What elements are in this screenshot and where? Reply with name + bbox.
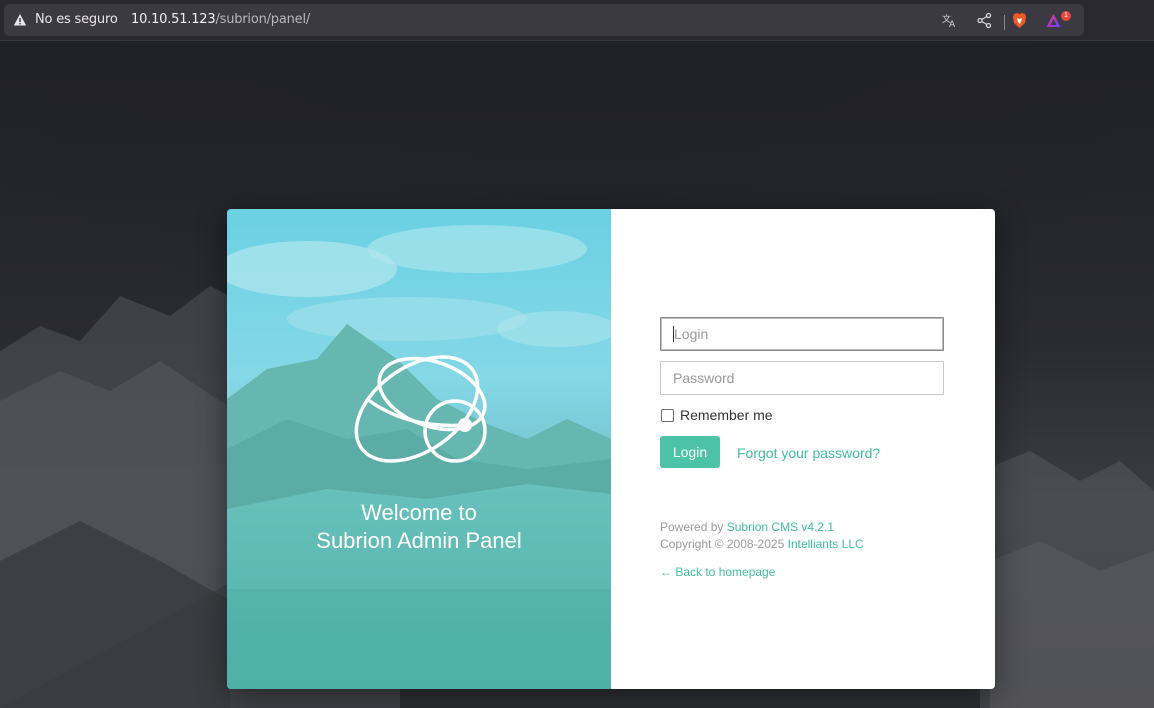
url-host: 10.10.51.123 [131, 12, 216, 27]
subrion-cms-link[interactable]: Subrion CMS v4.2.1 [727, 520, 834, 534]
welcome-line-2: Subrion Admin Panel [316, 528, 522, 553]
back-to-homepage-link[interactable]: ← Back to homepage [660, 565, 775, 579]
warning-triangle-icon[interactable] [13, 13, 27, 27]
login-card: Welcome to Subrion Admin Panel Login Pas… [227, 209, 995, 689]
remember-me-label[interactable]: Remember me [680, 407, 773, 423]
svg-text:A: A [949, 20, 956, 29]
brave-rewards-icon[interactable] [1045, 12, 1062, 29]
password-placeholder: Password [673, 370, 735, 386]
welcome-line-1: Welcome to [361, 500, 477, 525]
brave-shield-icon[interactable] [1011, 12, 1028, 29]
address-bar[interactable]: No es seguro 10.10.51.123/subrion/panel/… [4, 4, 1084, 36]
powered-by-prefix: Powered by [660, 520, 724, 534]
back-to-homepage-row: ← Back to homepage [660, 565, 775, 579]
copyright-prefix: Copyright © 2008-2025 [660, 537, 785, 551]
login-form-panel: Login Password Remember me Login Forgot … [611, 209, 995, 689]
url-text[interactable]: 10.10.51.123/subrion/panel/ [131, 12, 310, 27]
forgot-password-link[interactable]: Forgot your password? [737, 445, 880, 461]
subrion-logo-icon [354, 355, 487, 463]
password-input[interactable]: Password [660, 361, 944, 395]
login-placeholder: Login [674, 326, 709, 342]
welcome-heading: Welcome to Subrion Admin Panel [227, 499, 611, 555]
translate-icon[interactable]: 文 A [941, 12, 958, 29]
hero-panel: Welcome to Subrion Admin Panel [227, 209, 611, 689]
rewards-badge: 1 [1061, 11, 1071, 21]
login-button[interactable]: Login [660, 436, 720, 468]
url-path: /subrion/panel/ [215, 12, 311, 27]
powered-by-line: Powered by Subrion CMS v4.2.1 [660, 520, 834, 534]
intelliants-link[interactable]: Intelliants LLC [788, 537, 864, 551]
remember-me-checkbox[interactable] [661, 409, 674, 422]
security-status-label[interactable]: No es seguro [35, 12, 118, 27]
copyright-line: Copyright © 2008-2025 Intelliants LLC [660, 537, 864, 551]
browser-toolbar: No es seguro 10.10.51.123/subrion/panel/… [0, 0, 1154, 41]
login-input[interactable]: Login [660, 317, 944, 351]
toolbar-divider [1004, 15, 1005, 30]
share-icon[interactable] [976, 12, 993, 29]
